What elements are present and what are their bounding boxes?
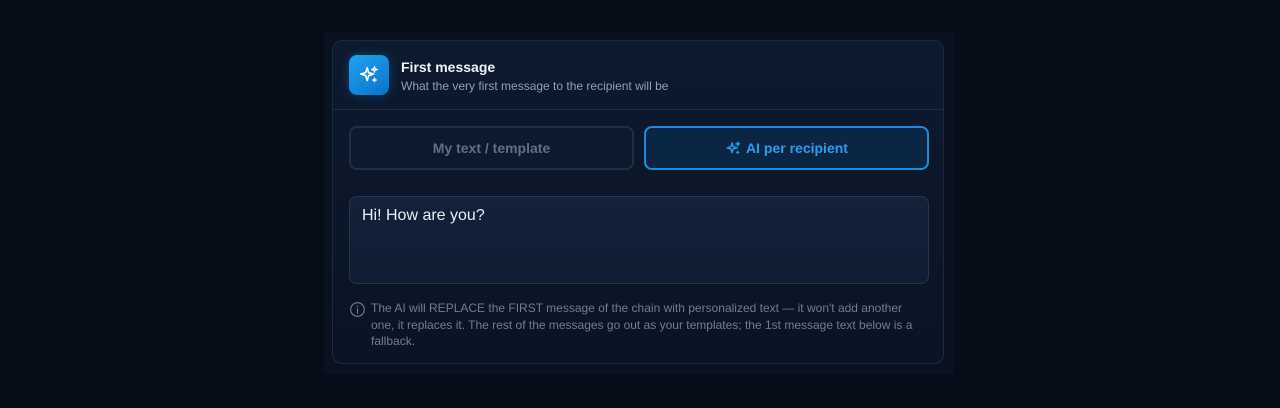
- card-header: First message What the very first messag…: [333, 41, 943, 110]
- first-message-textarea[interactable]: Hi! How are you?: [349, 196, 929, 284]
- option-my-text-template[interactable]: My text / template: [349, 126, 634, 170]
- first-message-card: First message What the very first messag…: [332, 40, 944, 364]
- option-ai-per-recipient[interactable]: AI per recipient: [644, 126, 929, 170]
- option-label: My text / template: [432, 140, 551, 156]
- info-circle-icon: [350, 302, 365, 317]
- card-subtitle: What the very first message to the recip…: [401, 79, 669, 93]
- sparkles-icon: [349, 55, 389, 95]
- option-label: AI per recipient: [746, 140, 848, 156]
- page: First message What the very first messag…: [0, 0, 1280, 408]
- card-title: First message: [401, 59, 496, 75]
- sparkles-icon: [726, 140, 741, 154]
- ai-replace-notice: The AI will REPLACE the FIRST message of…: [371, 301, 913, 348]
